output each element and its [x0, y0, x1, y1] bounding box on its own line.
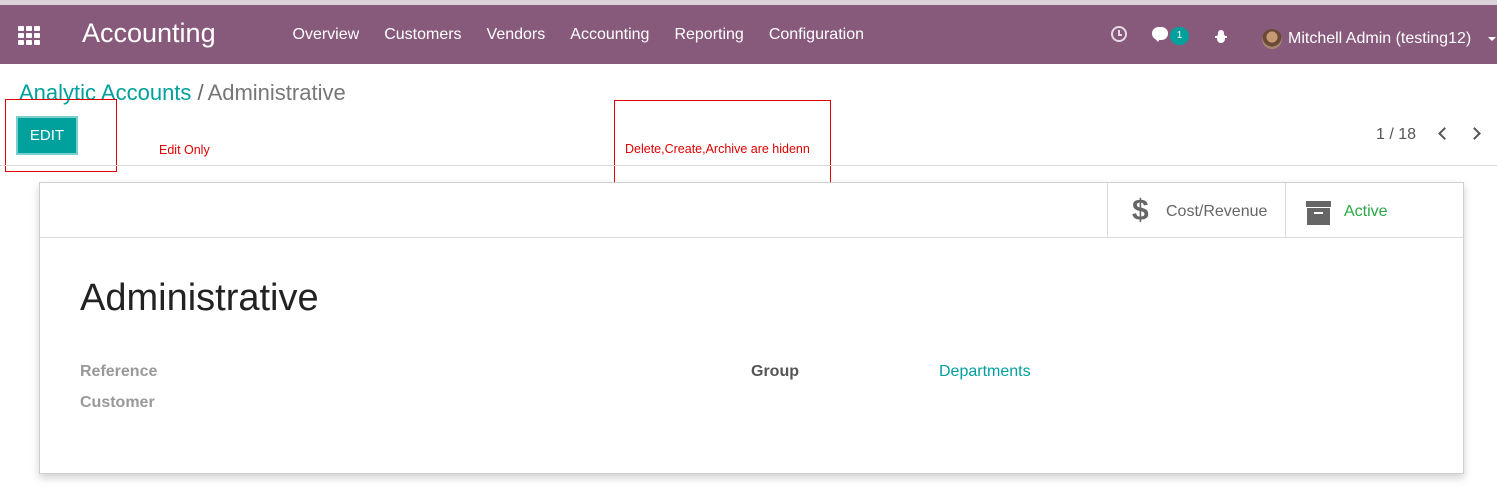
annotation-hidden-buttons: Delete,Create,Archive are hidenn: [625, 142, 810, 156]
menu-customers[interactable]: Customers: [372, 5, 474, 64]
app-title[interactable]: Accounting: [82, 18, 216, 49]
customer-label: Customer: [80, 394, 155, 411]
apps-menu-icon[interactable]: [18, 26, 40, 45]
menu-configuration[interactable]: Configuration: [756, 5, 876, 64]
cost-revenue-label: Cost/Revenue: [1166, 203, 1268, 220]
activity-clock-icon[interactable]: [1111, 26, 1127, 42]
breadcrumb-current: Administrative: [207, 80, 346, 105]
active-toggle-button[interactable]: Active: [1285, 183, 1463, 237]
record-title: Administrative: [80, 277, 319, 319]
menu-reporting[interactable]: Reporting: [662, 5, 756, 64]
menu-overview[interactable]: Overview: [280, 5, 372, 64]
top-navbar: Accounting Overview Customers Vendors Ac…: [0, 0, 1497, 64]
active-label: Active: [1344, 203, 1388, 220]
control-panel-divider: [0, 165, 1497, 166]
user-menu-name[interactable]: Mitchell Admin (testing12): [1288, 30, 1471, 48]
messaging-chat-icon[interactable]: [1152, 27, 1168, 42]
dollar-icon: $: [1132, 194, 1149, 227]
menu-vendors[interactable]: Vendors: [474, 5, 558, 64]
main-menu: Overview Customers Vendors Accounting Re…: [280, 5, 876, 64]
pager-previous-icon[interactable]: [1437, 127, 1449, 141]
group-departments-link[interactable]: Departments: [939, 363, 1031, 381]
archive-icon: [1306, 201, 1331, 225]
menu-accounting[interactable]: Accounting: [558, 5, 662, 64]
annotation-edit-only: Edit Only: [159, 143, 210, 157]
chat-count-badge: 1: [1170, 27, 1189, 45]
group-label: Group: [751, 363, 799, 380]
user-menu-caret-icon[interactable]: [1488, 37, 1496, 41]
pager-value[interactable]: 1 / 18: [1376, 126, 1416, 144]
annotation-box-edit: [5, 99, 117, 172]
form-sheet: $ Cost/Revenue Active Administrative Ref…: [39, 182, 1464, 474]
pager-next-icon[interactable]: [1470, 127, 1482, 141]
breadcrumb-separator: /: [197, 80, 204, 105]
reference-label: Reference: [80, 363, 158, 380]
debug-bug-icon[interactable]: [1215, 30, 1227, 44]
smart-button-box: $ Cost/Revenue Active: [40, 183, 1463, 238]
user-avatar[interactable]: [1262, 29, 1282, 49]
cost-revenue-button[interactable]: $ Cost/Revenue: [1107, 183, 1286, 237]
